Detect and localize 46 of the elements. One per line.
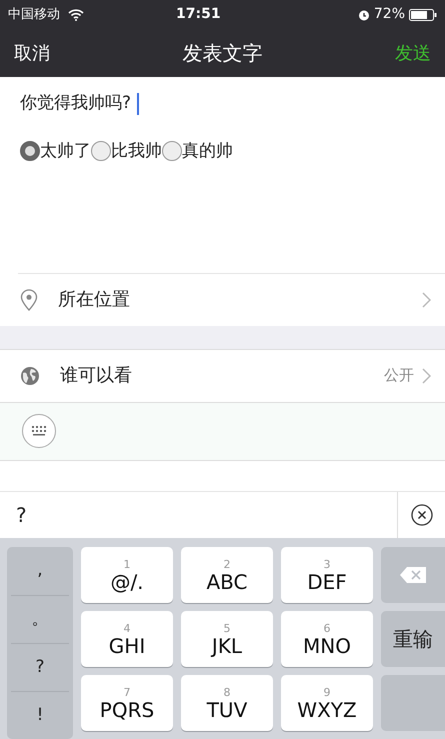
poll-option[interactable]: 比我帅 [91, 138, 162, 164]
globe-icon [20, 366, 40, 386]
row-value: 公开 [384, 365, 414, 386]
keypad-key[interactable]: 2 ABC [181, 547, 273, 603]
page-title: 发表文字 [182, 40, 262, 68]
punctuation-key[interactable]: 。 [11, 595, 69, 643]
keypad-key[interactable]: 6 MNO [281, 611, 373, 667]
keypad-key[interactable]: 4 GHI [81, 611, 173, 667]
punctuation-key[interactable]: ! [11, 691, 69, 739]
backspace-icon [399, 566, 427, 584]
row-label: 谁可以看 [60, 364, 132, 388]
poll-option[interactable]: 太帅了 [20, 138, 91, 164]
alarm-clock-icon [358, 8, 370, 21]
clear-icon[interactable] [410, 504, 432, 526]
send-button[interactable]: 发送 [395, 40, 431, 67]
keyboard-icon [31, 425, 47, 438]
battery-icon [409, 8, 437, 21]
radio-button[interactable] [162, 141, 182, 162]
cancel-button[interactable]: 取消 [14, 40, 50, 67]
radio-button[interactable] [20, 141, 40, 162]
keypad-key[interactable]: 1 @/. [81, 547, 173, 603]
status-time: 17:51 [176, 5, 221, 24]
text-cursor [137, 92, 140, 115]
settings-row[interactable]: 谁可以看 公开 [0, 350, 445, 402]
retype-key[interactable]: 重输 [381, 611, 445, 667]
keypad-key[interactable]: 5 JKL [181, 611, 273, 667]
post-text: 你觉得我帅吗? [20, 92, 132, 116]
settings-row[interactable]: 所在位置 [0, 274, 445, 326]
keyboard-toggle-button[interactable] [22, 414, 56, 448]
chevron-right-icon [422, 292, 431, 308]
keypad-key[interactable]: 8 TUV [181, 675, 273, 731]
chevron-right-icon [422, 368, 431, 384]
location-pin-icon [20, 288, 38, 311]
punctuation-key[interactable]: , [11, 547, 69, 595]
keypad-key[interactable]: 9 WXYZ [281, 675, 373, 731]
backspace-key[interactable] [381, 547, 445, 603]
keypad-key[interactable]: 3 DEF [281, 547, 373, 603]
keypad-key[interactable]: 7 PQRS [81, 675, 173, 731]
carrier-name: 中国移动 [8, 6, 60, 24]
wifi-icon [68, 8, 84, 21]
battery-percent: 72% [374, 5, 405, 24]
row-label: 所在位置 [58, 288, 130, 312]
poll-option[interactable]: 真的帅 [162, 138, 233, 164]
punctuation-key[interactable]: ? [11, 643, 69, 691]
radio-button[interactable] [91, 141, 111, 162]
input-text[interactable]: ? [16, 500, 397, 530]
